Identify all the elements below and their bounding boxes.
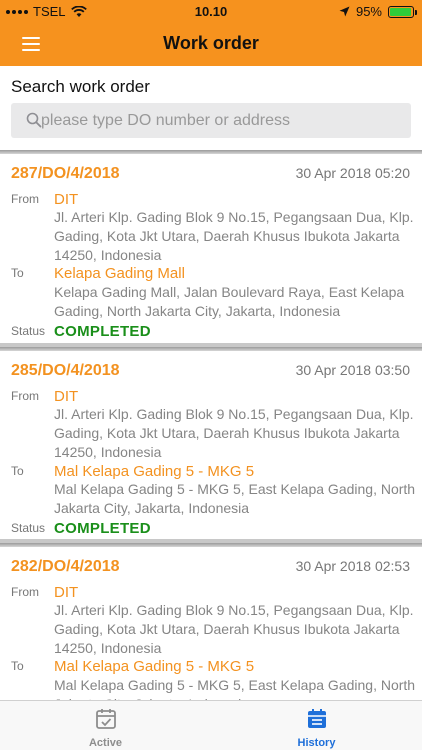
order-date: 30 Apr 2018 05:20: [295, 165, 410, 181]
to-name: Kelapa Gading Mall: [54, 265, 185, 282]
card-divider: [0, 347, 422, 351]
work-order-card[interactable]: 287/DO/4/2018 30 Apr 2018 05:20 From DIT…: [0, 150, 422, 343]
tab-label: Active: [88, 737, 123, 749]
search-input[interactable]: [41, 103, 401, 138]
calendar-list-icon: [308, 709, 326, 728]
order-number: 287/DO/4/2018: [11, 165, 120, 182]
to-name: Mal Kelapa Gading 5 - MKG 5: [54, 463, 255, 480]
search-box[interactable]: [11, 103, 411, 138]
work-order-list[interactable]: 287/DO/4/2018 30 Apr 2018 05:20 From DIT…: [0, 150, 422, 700]
order-number: 285/DO/4/2018: [11, 362, 120, 379]
work-order-card[interactable]: 282/DO/4/2018 30 Apr 2018 02:53 From DIT…: [0, 543, 422, 700]
search-section: Search work order: [0, 66, 422, 152]
from-address: Jl. Arteri Klp. Gading Blok 9 No.15, Peg…: [54, 602, 414, 656]
order-number: 282/DO/4/2018: [11, 558, 120, 575]
from-label: From: [11, 389, 39, 403]
tab-history[interactable]: History: [211, 701, 422, 750]
tab-label: History: [297, 737, 336, 749]
from-name: DIT: [54, 584, 79, 601]
page-title: Work order: [163, 33, 259, 53]
from-label: From: [11, 585, 39, 599]
from-name: DIT: [54, 388, 79, 405]
to-label: To: [11, 464, 24, 478]
search-icon: [26, 112, 42, 128]
to-address: Mal Kelapa Gading 5 - MKG 5, East Kelapa…: [54, 481, 416, 516]
to-name: Mal Kelapa Gading 5 - MKG 5: [54, 658, 255, 675]
status-badge: COMPLETED: [54, 520, 151, 537]
status-right: 95%: [339, 4, 417, 19]
to-address: Mal Kelapa Gading 5 - MKG 5, East Kelapa…: [54, 677, 416, 700]
card-divider: [0, 150, 422, 154]
status-bar: TSEL 10.10 95%: [0, 0, 422, 22]
search-label: Search work order: [11, 77, 150, 96]
status-label: Status: [11, 324, 46, 338]
card-divider: [0, 543, 422, 547]
order-date: 30 Apr 2018 03:50: [295, 362, 410, 378]
location-arrow-icon: [339, 6, 350, 17]
from-name: DIT: [54, 191, 79, 208]
from-address: Jl. Arteri Klp. Gading Blok 9 No.15, Peg…: [54, 406, 414, 460]
to-label: To: [11, 266, 24, 280]
from-address: Jl. Arteri Klp. Gading Blok 9 No.15, Peg…: [54, 209, 414, 263]
tab-bar: Active History: [0, 700, 422, 750]
work-order-card[interactable]: 285/DO/4/2018 30 Apr 2018 03:50 From DIT…: [0, 347, 422, 539]
battery-icon: [388, 5, 417, 18]
calendar-check-icon: [96, 709, 116, 729]
from-label: From: [11, 192, 39, 206]
battery-percent: 95%: [355, 4, 382, 19]
order-date: 30 Apr 2018 02:53: [295, 558, 410, 574]
tab-active[interactable]: Active: [0, 701, 211, 750]
status-label: Status: [11, 521, 46, 535]
to-label: To: [11, 659, 24, 673]
to-address: Kelapa Gading Mall, Jalan Boulevard Raya…: [54, 284, 405, 319]
status-badge: COMPLETED: [54, 323, 151, 340]
nav-bar: Work order: [0, 22, 422, 66]
